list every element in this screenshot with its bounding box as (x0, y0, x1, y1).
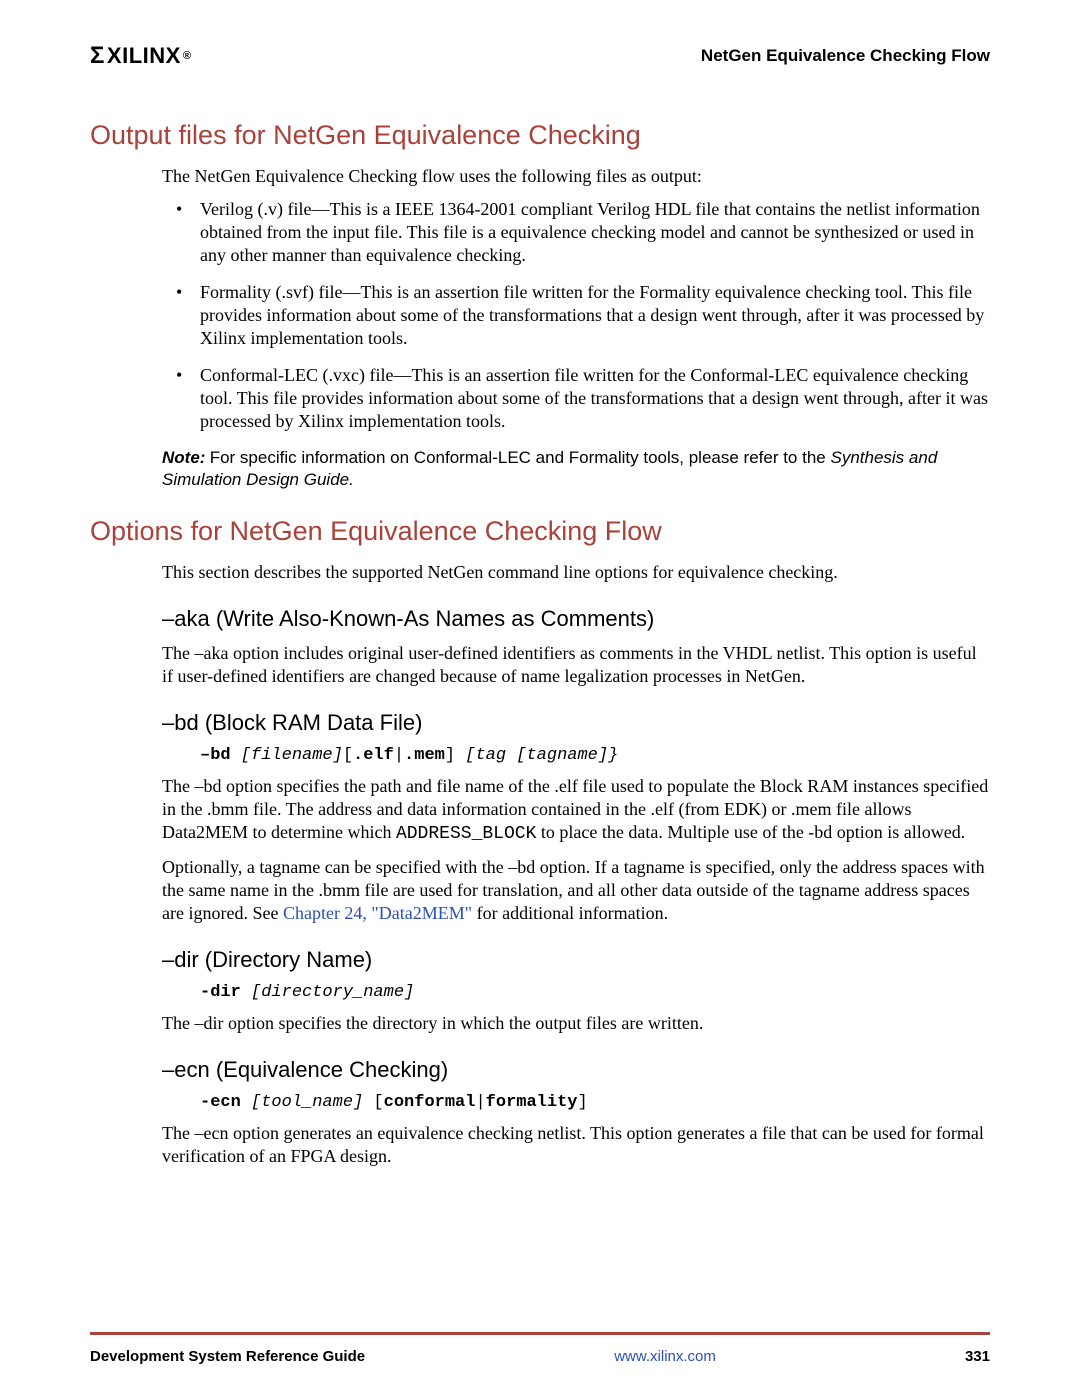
option-heading-aka: –aka (Write Also-Known-As Names as Comme… (90, 606, 990, 632)
list-item: Formality (.svf) file—This is an asserti… (162, 281, 990, 350)
option-heading-dir: –dir (Directory Name) (90, 947, 990, 973)
list-item: Verilog (.v) file—This is a IEEE 1364-20… (162, 198, 990, 267)
sigma-icon: Σ (90, 42, 105, 70)
ecn-syntax: -ecn [tool_name] [conformal|formality] (200, 1093, 990, 1112)
footer-rule (90, 1332, 990, 1335)
bd-paragraph-1: The –bd option specifies the path and fi… (162, 775, 990, 846)
footer-doc-title: Development System Reference Guide (90, 1348, 365, 1365)
note-block: Note: For specific information on Confor… (162, 447, 990, 491)
section-heading-output-files: Output files for NetGen Equivalence Chec… (90, 120, 990, 151)
logo-text: XILINX (107, 43, 181, 69)
section1-intro: The NetGen Equivalence Checking flow use… (162, 165, 990, 188)
dir-body: The –dir option specifies the directory … (162, 1012, 990, 1035)
header-title: NetGen Equivalence Checking Flow (701, 46, 990, 66)
bd-syntax: –bd [filename][.elf|.mem] [tag [tagname]… (200, 746, 990, 765)
list-item: Conformal-LEC (.vxc) file—This is an ass… (162, 364, 990, 433)
note-label: Note: (162, 448, 205, 467)
registered-icon: ® (183, 50, 192, 62)
bd-paragraph-2: Optionally, a tagname can be specified w… (162, 856, 990, 925)
page-footer: Development System Reference Guide www.x… (90, 1348, 990, 1365)
dir-syntax: -dir [directory_name] (200, 983, 990, 1002)
page-header: Σ XILINX ® NetGen Equivalence Checking F… (90, 42, 990, 70)
option-heading-bd: –bd (Block RAM Data File) (90, 710, 990, 736)
section2-intro: This section describes the supported Net… (162, 561, 990, 584)
output-files-list: Verilog (.v) file—This is a IEEE 1364-20… (162, 198, 990, 433)
note-body: For specific information on Conformal-LE… (210, 448, 831, 467)
xilinx-logo: Σ XILINX ® (90, 42, 191, 70)
option-heading-ecn: –ecn (Equivalence Checking) (90, 1057, 990, 1083)
footer-page-number: 331 (965, 1348, 990, 1365)
footer-url[interactable]: www.xilinx.com (614, 1348, 716, 1365)
section-heading-options: Options for NetGen Equivalence Checking … (90, 516, 990, 547)
aka-body: The –aka option includes original user-d… (162, 642, 990, 688)
link-chapter-24[interactable]: Chapter 24, "Data2MEM" (283, 903, 472, 923)
ecn-body: The –ecn option generates an equivalence… (162, 1122, 990, 1168)
